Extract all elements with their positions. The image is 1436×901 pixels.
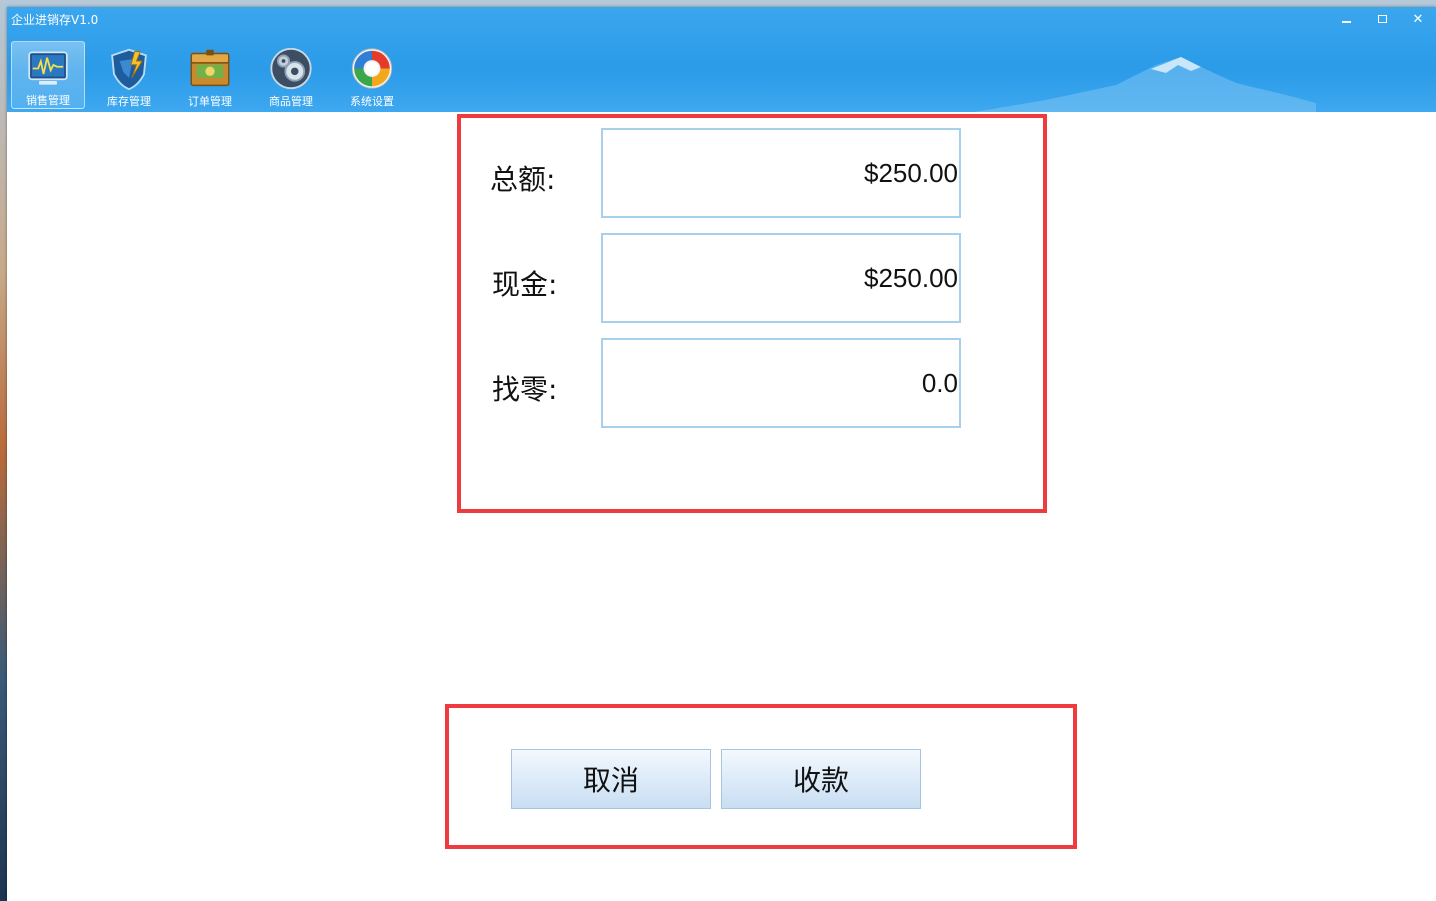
total-label: 总额: [490,163,556,196]
app-window: 企业进销存V1.0 ✕ 销售管理 库存管理 订单管理 商品管理 系统设置 总额:… [7,7,1436,901]
payment-panel: 总额: $250.00 现金: $250.00 找零: 0.0 取消 收款 [7,112,1436,901]
app-title: 企业进销存V1.0 [11,13,99,27]
change-value: 0.0 [921,367,958,398]
mountain-decoration [974,57,1316,112]
toolbar-item-sales[interactable]: 销售管理 [11,41,85,109]
toolbar-item-inventory[interactable]: 库存管理 [92,41,166,109]
cash-label: 现金: [492,268,558,301]
cash-field[interactable]: $250.00 [601,233,961,323]
total-value: $250.00 [864,157,958,188]
window-controls: ✕ [1328,7,1436,31]
minimize-icon [1341,21,1351,23]
order-box-icon [190,49,230,87]
toolbar-item-orders[interactable]: 订单管理 [173,41,247,109]
minimize-button[interactable] [1328,7,1364,31]
collect-payment-button[interactable]: 收款 [721,749,921,809]
total-field[interactable]: $250.00 [601,128,961,218]
maximize-button[interactable] [1364,7,1400,31]
toolbar-item-label: 销售管理 [26,94,70,107]
toolbar-item-settings[interactable]: 系统设置 [335,41,409,109]
toolbar-item-label: 商品管理 [269,95,313,108]
main-toolbar: 销售管理 库存管理 订单管理 商品管理 系统设置 [11,41,416,109]
change-field[interactable]: 0.0 [601,338,961,428]
title-bar[interactable]: 企业进销存V1.0 ✕ 销售管理 库存管理 订单管理 商品管理 系统设置 [7,7,1436,112]
change-label: 找零: [492,373,558,406]
toolbar-item-label: 库存管理 [107,95,151,108]
sales-chart-icon [28,51,68,85]
close-button[interactable]: ✕ [1400,7,1436,31]
product-gear-icon [270,47,312,90]
cancel-button[interactable]: 取消 [511,749,711,809]
toolbar-item-products[interactable]: 商品管理 [254,41,328,109]
maximize-icon [1377,15,1387,23]
inventory-shield-icon [111,48,147,91]
cash-value: $250.00 [864,262,958,293]
toolbar-item-label: 订单管理 [188,95,232,108]
toolbar-item-label: 系统设置 [350,95,394,108]
settings-refresh-icon [351,48,393,89]
close-icon: ✕ [1412,11,1424,27]
